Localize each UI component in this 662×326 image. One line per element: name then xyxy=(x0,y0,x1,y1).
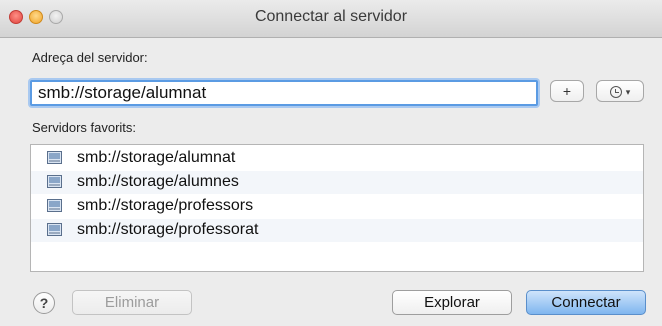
clock-icon xyxy=(609,86,622,99)
list-item[interactable]: smb://storage/alumnat xyxy=(31,147,643,170)
list-item[interactable]: smb://storage/professors xyxy=(31,195,643,218)
window-title: Connectar al servidor xyxy=(254,8,408,25)
list-item[interactable]: smb://storage/professorat xyxy=(31,219,643,242)
server-address-input[interactable] xyxy=(30,80,538,106)
list-item-label: smb://storage/professorat xyxy=(77,221,259,238)
connect-button[interactable]: Connectar xyxy=(526,290,646,315)
favorite-servers-label: Servidors favorits: xyxy=(32,120,137,135)
recent-servers-button[interactable]: ▾ xyxy=(596,80,644,102)
remove-button[interactable]: Eliminar xyxy=(72,290,192,315)
list-item-label: smb://storage/alumnes xyxy=(77,173,239,190)
favorite-servers-list[interactable]: smb://storage/alumnat smb://storage/alum… xyxy=(30,144,644,272)
server-address-label: Adreça del servidor: xyxy=(32,50,148,65)
chevron-down-icon: ▾ xyxy=(625,87,631,98)
list-item[interactable]: smb://storage/alumnes xyxy=(31,171,643,194)
connect-to-server-window: Connectar al servidor Adreça del servido… xyxy=(0,0,662,326)
server-icon xyxy=(47,151,62,164)
help-button[interactable]: ? xyxy=(33,292,55,314)
list-item-label: smb://storage/professors xyxy=(77,197,254,214)
server-icon xyxy=(47,175,62,188)
list-item-label: smb://storage/alumnat xyxy=(77,149,236,166)
browse-button[interactable]: Explorar xyxy=(392,290,512,315)
server-icon xyxy=(47,223,62,236)
title-bar: Connectar al servidor xyxy=(0,0,662,38)
add-favorite-button[interactable]: + xyxy=(550,80,584,102)
server-icon xyxy=(47,199,62,212)
